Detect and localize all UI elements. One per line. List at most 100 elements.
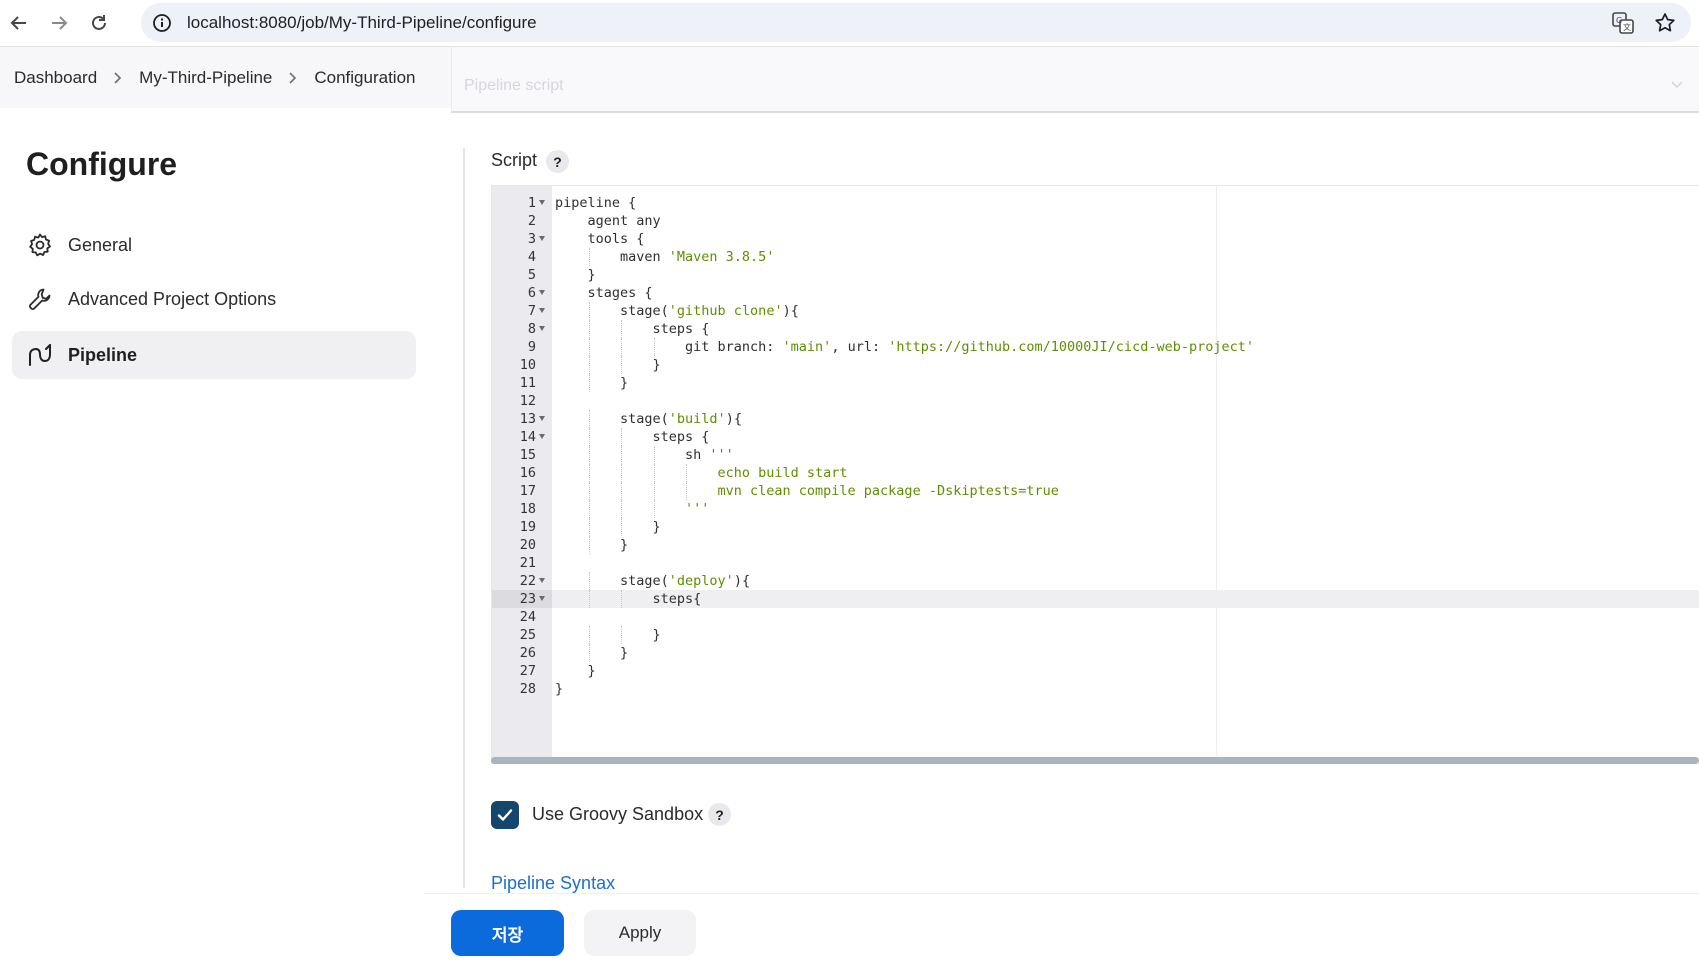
breadcrumb-job[interactable]: My-Third-Pipeline [139, 68, 272, 88]
indent-guide [588, 248, 590, 266]
code-line[interactable]: 4 maven 'Maven 3.8.5' [492, 248, 1699, 266]
indent-guide [588, 626, 590, 644]
pipeline-definition-select[interactable]: Pipeline script [451, 47, 1699, 113]
code-text: } [652, 519, 661, 535]
code-text: echo build start [717, 465, 848, 481]
code-line[interactable]: 16 echo build start [492, 464, 1699, 482]
script-editor[interactable]: 1 pipeline {2 agent any 3 tools {4 maven 'Mav… [491, 185, 1699, 764]
breadcrumb-dashboard[interactable]: Dashboard [14, 68, 97, 88]
code-line[interactable]: 14 steps { [492, 428, 1699, 446]
line-number: 7 [527, 303, 536, 319]
fold-toggle-icon[interactable] [539, 326, 545, 331]
code-line[interactable]: 24 [492, 608, 1699, 626]
save-button[interactable]: 저장 [451, 910, 564, 956]
code-line[interactable]: 21 [492, 554, 1699, 572]
code-text: } [587, 663, 596, 679]
code-line[interactable]: 11} [492, 374, 1699, 392]
line-number: 3 [527, 231, 536, 247]
code-text: mvn clean compile package -Dskiptests=tr… [717, 483, 1059, 499]
address-bar[interactable]: localhost:8080/job/My-Third-Pipeline/con… [141, 3, 1691, 42]
line-number: 2 [527, 213, 536, 229]
star-icon[interactable] [1653, 11, 1677, 35]
code-line[interactable]: 6 stages { [492, 284, 1699, 302]
code-line[interactable]: 17 mvn clean compile package -Dskiptests=… [492, 482, 1699, 500]
line-number: 21 [519, 555, 536, 571]
line-number: 19 [519, 519, 536, 535]
indent-guide [653, 500, 655, 518]
line-number: 10 [519, 357, 536, 373]
line-number: 13 [519, 411, 536, 427]
reload-icon[interactable] [82, 6, 116, 40]
code-line[interactable]: 15 sh ''' [492, 446, 1699, 464]
code-line[interactable]: 19} [492, 518, 1699, 536]
pipeline-syntax-link[interactable]: Pipeline Syntax [491, 873, 615, 894]
code-text: } [652, 357, 661, 373]
code-line[interactable]: 7 stage('github clone'){ [492, 302, 1699, 320]
code-line[interactable]: 18 ''' [492, 500, 1699, 518]
forward-arrow-icon[interactable] [42, 6, 76, 40]
sidebar-item-general[interactable]: General [12, 221, 416, 269]
indent-guide [621, 320, 622, 338]
section-divider [463, 148, 465, 888]
line-number: 20 [519, 537, 536, 553]
wrench-icon [26, 285, 54, 313]
line-number: 18 [519, 501, 536, 517]
sidebar-item-label: General [68, 234, 133, 255]
code-line[interactable]: 23 steps{ [492, 590, 1699, 608]
info-icon[interactable] [149, 10, 175, 36]
code-line[interactable]: 20} [492, 536, 1699, 554]
code-line[interactable]: 13 stage('build'){ [492, 410, 1699, 428]
back-arrow-icon[interactable] [2, 6, 36, 40]
code-line[interactable]: 22 stage('deploy'){ [492, 572, 1699, 590]
fold-toggle-icon[interactable] [539, 434, 545, 439]
code-text: sh ''' [685, 447, 734, 463]
line-number: 12 [519, 393, 536, 409]
groovy-sandbox-label[interactable]: Use Groovy Sandbox [532, 804, 703, 825]
code-line[interactable]: 1 pipeline { [492, 194, 1699, 212]
sidebar-item-advanced-project-options[interactable]: Advanced Project Options [12, 275, 416, 323]
fold-toggle-icon[interactable] [539, 596, 545, 601]
indent-guide [621, 428, 622, 446]
indent-guide [588, 374, 590, 392]
indent-guide [588, 428, 590, 446]
sidebar-item-pipeline[interactable]: Pipeline [12, 331, 416, 379]
translate-icon[interactable]: G文 [1611, 11, 1635, 35]
fold-toggle-icon[interactable] [539, 308, 545, 313]
line-number: 25 [519, 627, 536, 643]
script-help-button[interactable]: ? [546, 150, 569, 173]
code-line[interactable]: 9 git branch: 'main', url: 'https://githu… [492, 338, 1699, 356]
code-line[interactable]: 25} [492, 626, 1699, 644]
line-number: 16 [519, 465, 536, 481]
editor-horizontal-scrollbar[interactable] [491, 757, 1699, 764]
indent-guide [588, 338, 590, 356]
indent-guide [621, 518, 622, 536]
indent-guide [588, 482, 590, 500]
code-text: } [620, 537, 629, 553]
fold-toggle-icon[interactable] [539, 290, 545, 295]
indent-guide [588, 500, 590, 518]
code-line[interactable]: 5} [492, 266, 1699, 284]
fold-toggle-icon[interactable] [539, 236, 545, 241]
code-text: stage('github clone'){ [620, 303, 799, 319]
fold-toggle-icon[interactable] [539, 416, 545, 421]
sandbox-help-button[interactable]: ? [708, 803, 731, 826]
fold-toggle-icon[interactable] [539, 200, 545, 205]
fold-toggle-icon[interactable] [539, 578, 545, 583]
code-line[interactable]: 27} [492, 662, 1699, 680]
code-line[interactable]: 2 agent any [492, 212, 1699, 230]
groovy-sandbox-checkbox[interactable] [491, 801, 519, 829]
code-line[interactable]: 26} [492, 644, 1699, 662]
code-line[interactable]: 28} [492, 680, 1699, 698]
code-line[interactable]: 10} [492, 356, 1699, 374]
code-text: stage('deploy'){ [620, 573, 751, 589]
url-text[interactable]: localhost:8080/job/My-Third-Pipeline/con… [187, 3, 537, 42]
indent-guide [588, 302, 590, 320]
indent-guide [686, 464, 687, 482]
code-line[interactable]: 3 tools { [492, 230, 1699, 248]
code-line[interactable]: 8 steps { [492, 320, 1699, 338]
code-text: pipeline { [555, 195, 637, 211]
code-line[interactable]: 12 [492, 392, 1699, 410]
chevron-down-icon [1670, 77, 1684, 96]
apply-button[interactable]: Apply [584, 910, 696, 956]
breadcrumb-configuration[interactable]: Configuration [314, 68, 415, 88]
